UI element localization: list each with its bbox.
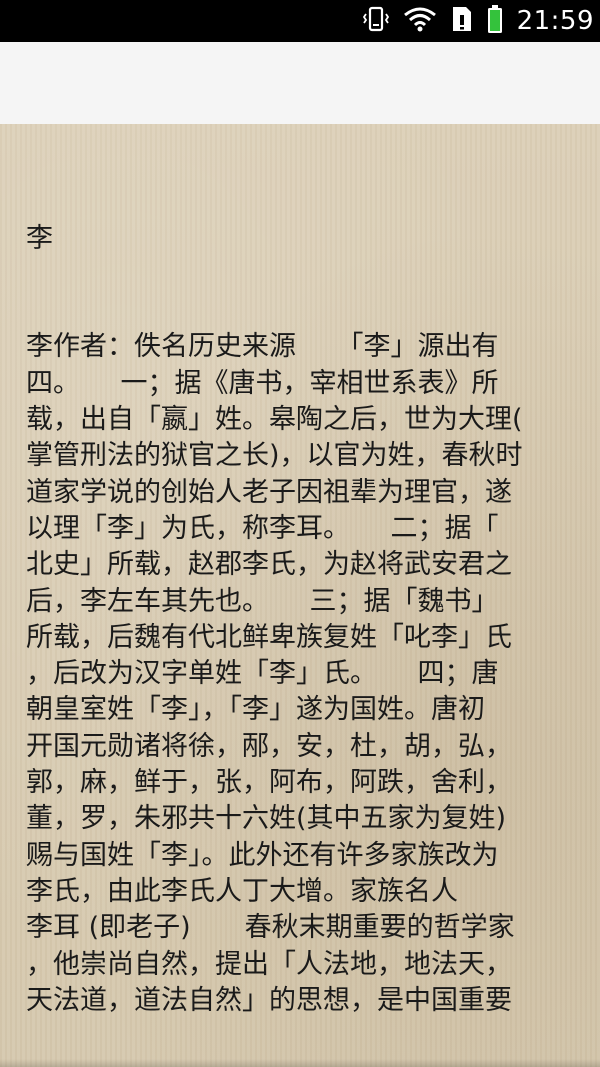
bottom-edge	[0, 1059, 600, 1067]
article-line: 北史」所载，赵郡李氏，为赵将武安君之	[26, 549, 512, 581]
status-icons: 21:59	[362, 0, 594, 42]
article-line: 赐与国姓「李」。此外还有许多家族改为	[26, 839, 499, 871]
reading-area[interactable]: 李 李作者：佚名历史来源 「李」源出有 四。 一；据《唐书，宰相世系表》所 载，出自…	[0, 124, 600, 1067]
status-time: 21:59	[516, 6, 594, 36]
article-line: 载，出自「嬴」姓。皋陶之后，世为大理(	[26, 404, 523, 436]
article-title: 李	[26, 222, 53, 254]
article-line: 郭，麻，鲜于，张，阿布，阿跌，舍利，	[26, 767, 512, 799]
article-line: 道家学说的创始人老子因祖辈为理官，遂	[26, 476, 512, 508]
sim-icon	[451, 5, 473, 37]
wifi-icon	[403, 6, 437, 36]
article-line: 李氏，由此李氏人丁大增。家族名人	[26, 875, 458, 907]
article-line: 后，李左车其先也。 三；据「魏书」	[26, 585, 499, 617]
article-line: 天法道，道法自然」的思想，是中国重要	[26, 984, 512, 1016]
article-line: 以理「李」为氏，称李耳。 二；据「	[26, 512, 499, 544]
article-body: 李 李作者：佚名历史来源 「李」源出有 四。 一；据《唐书，宰相世系表》所 载，出自…	[26, 148, 578, 1019]
article-line: 四。 一；据《唐书，宰相世系表》所	[26, 367, 499, 399]
article-line: 掌管刑法的狱官之长)，以官为姓，春秋时	[26, 440, 523, 472]
app-bar	[0, 42, 600, 125]
article-line: 董，罗，朱邪共十六姓(其中五家为复姓)	[26, 803, 507, 835]
article-line: 朝皇室姓「李」，「李」遂为国姓。唐初	[26, 694, 485, 726]
status-bar: 21:59	[0, 0, 600, 42]
battery-icon	[487, 4, 503, 38]
article-line: ，他崇尚自然，提出「人法地，地法天，	[26, 948, 512, 980]
article-line: 开国元勋诸将徐，邴，安，杜，胡，弘，	[26, 730, 512, 762]
article-line: 所载，后魏有代北鲜卑族复姓「叱李」氏	[26, 621, 512, 653]
article-line: ，后改为汉字单姓「李」氏。 四；唐	[26, 658, 499, 690]
article-line: 李作者：佚名历史来源 「李」源出有	[26, 331, 499, 363]
article-line: 李耳 (即老子) 春秋末期重要的哲学家	[26, 912, 515, 944]
vibrate-icon	[362, 5, 389, 37]
